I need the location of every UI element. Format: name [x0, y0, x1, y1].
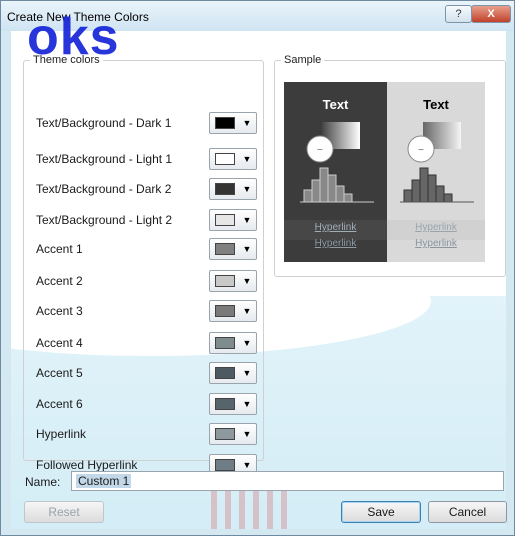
theme-color-row: Accent 3 ▼: [36, 300, 257, 322]
color-picker-button[interactable]: ▼: [209, 238, 257, 260]
color-swatch: [215, 153, 235, 165]
chevron-down-icon: ▼: [242, 154, 252, 164]
sample-light-hyperlink: Hyperlink: [415, 222, 457, 233]
color-swatch: [215, 183, 235, 195]
close-button[interactable]: X: [471, 5, 511, 23]
color-picker-button[interactable]: ▼: [209, 332, 257, 354]
chevron-down-icon: ▼: [242, 429, 252, 439]
color-swatch: [215, 367, 235, 379]
bubble-text: ~: [317, 145, 324, 154]
theme-color-label: Accent 5: [36, 366, 83, 380]
color-swatch: [215, 117, 235, 129]
theme-color-row: Accent 2 ▼: [36, 270, 257, 292]
color-picker-button[interactable]: ▼: [209, 112, 257, 134]
theme-color-label: Followed Hyperlink: [36, 458, 138, 472]
name-input-value: Custom 1: [76, 474, 132, 488]
sample-light-panel: Text ~ Hyperlink Hyperlink: [387, 82, 485, 262]
chevron-down-icon: ▼: [242, 460, 252, 470]
bubble-text: ~: [418, 145, 425, 154]
theme-color-row: Text/Background - Dark 2 ▼: [36, 178, 257, 200]
theme-color-label: Accent 2: [36, 274, 83, 288]
chevron-down-icon: ▼: [242, 118, 252, 128]
color-swatch: [215, 337, 235, 349]
theme-color-label: Hyperlink: [36, 427, 87, 441]
color-swatch: [215, 428, 235, 440]
color-swatch: [215, 275, 235, 287]
sample-dark-illustration: ~: [284, 122, 387, 240]
theme-color-label: Text/Background - Dark 1: [36, 116, 172, 130]
chevron-down-icon: ▼: [242, 399, 252, 409]
color-swatch: [215, 243, 235, 255]
theme-color-row: Accent 6 ▼: [36, 393, 257, 415]
theme-color-label: Accent 6: [36, 397, 83, 411]
chevron-down-icon: ▼: [242, 368, 252, 378]
sample-legend: Sample: [284, 54, 322, 66]
histogram: [303, 167, 353, 203]
theme-color-row: Text/Background - Dark 1 ▼: [36, 112, 257, 134]
theme-color-row: Accent 4 ▼: [36, 332, 257, 354]
dialog-window: Create New Theme Colors ? X Theme colors…: [0, 0, 515, 536]
sample-dark-followed-hyperlink: Hyperlink: [314, 238, 357, 249]
color-picker-button[interactable]: ▼: [209, 423, 257, 445]
sample-dark-hyperlink: Hyperlink: [314, 222, 357, 233]
color-swatch: [215, 305, 235, 317]
theme-color-row: Accent 5 ▼: [36, 362, 257, 384]
color-picker-button[interactable]: ▼: [209, 178, 257, 200]
chevron-down-icon: ▼: [242, 215, 252, 225]
watermark-logo-text: oks: [27, 8, 120, 66]
theme-color-row: Text/Background - Light 2 ▼: [36, 209, 257, 231]
sample-light-illustration: ~: [387, 122, 485, 240]
color-swatch: [215, 459, 235, 471]
theme-color-label: Text/Background - Light 2: [36, 213, 173, 227]
sample-light-followed-hyperlink: Hyperlink: [415, 238, 457, 249]
theme-color-label: Text/Background - Light 1: [36, 152, 173, 166]
color-picker-button[interactable]: ▼: [209, 362, 257, 384]
histogram: [403, 167, 453, 203]
sample-dark-panel: Text ~ Hyperlink Hyperlink: [284, 82, 387, 262]
chevron-down-icon: ▼: [242, 338, 252, 348]
chevron-down-icon: ▼: [242, 276, 252, 286]
theme-color-label: Accent 3: [36, 304, 83, 318]
name-label: Name:: [25, 475, 61, 489]
color-picker-button[interactable]: ▼: [209, 300, 257, 322]
color-picker-button[interactable]: ▼: [209, 148, 257, 170]
theme-color-row: Accent 1 ▼: [36, 238, 257, 260]
theme-color-label: Accent 1: [36, 242, 83, 256]
color-picker-button[interactable]: ▼: [209, 209, 257, 231]
theme-color-row: Hyperlink ▼: [36, 423, 257, 445]
color-picker-button[interactable]: ▼: [209, 393, 257, 415]
chevron-down-icon: ▼: [242, 306, 252, 316]
help-button[interactable]: ?: [445, 5, 472, 23]
color-swatch: [215, 214, 235, 226]
chevron-down-icon: ▼: [242, 244, 252, 254]
theme-color-label: Accent 4: [36, 336, 83, 350]
theme-color-label: Text/Background - Dark 2: [36, 182, 172, 196]
name-input[interactable]: Custom 1: [71, 471, 504, 491]
color-picker-button[interactable]: ▼: [209, 270, 257, 292]
save-button[interactable]: Save: [341, 501, 421, 523]
cancel-button[interactable]: Cancel: [428, 501, 507, 523]
theme-color-row: Text/Background - Light 1 ▼: [36, 148, 257, 170]
chevron-down-icon: ▼: [242, 184, 252, 194]
color-swatch: [215, 398, 235, 410]
reset-button[interactable]: Reset: [24, 501, 104, 523]
